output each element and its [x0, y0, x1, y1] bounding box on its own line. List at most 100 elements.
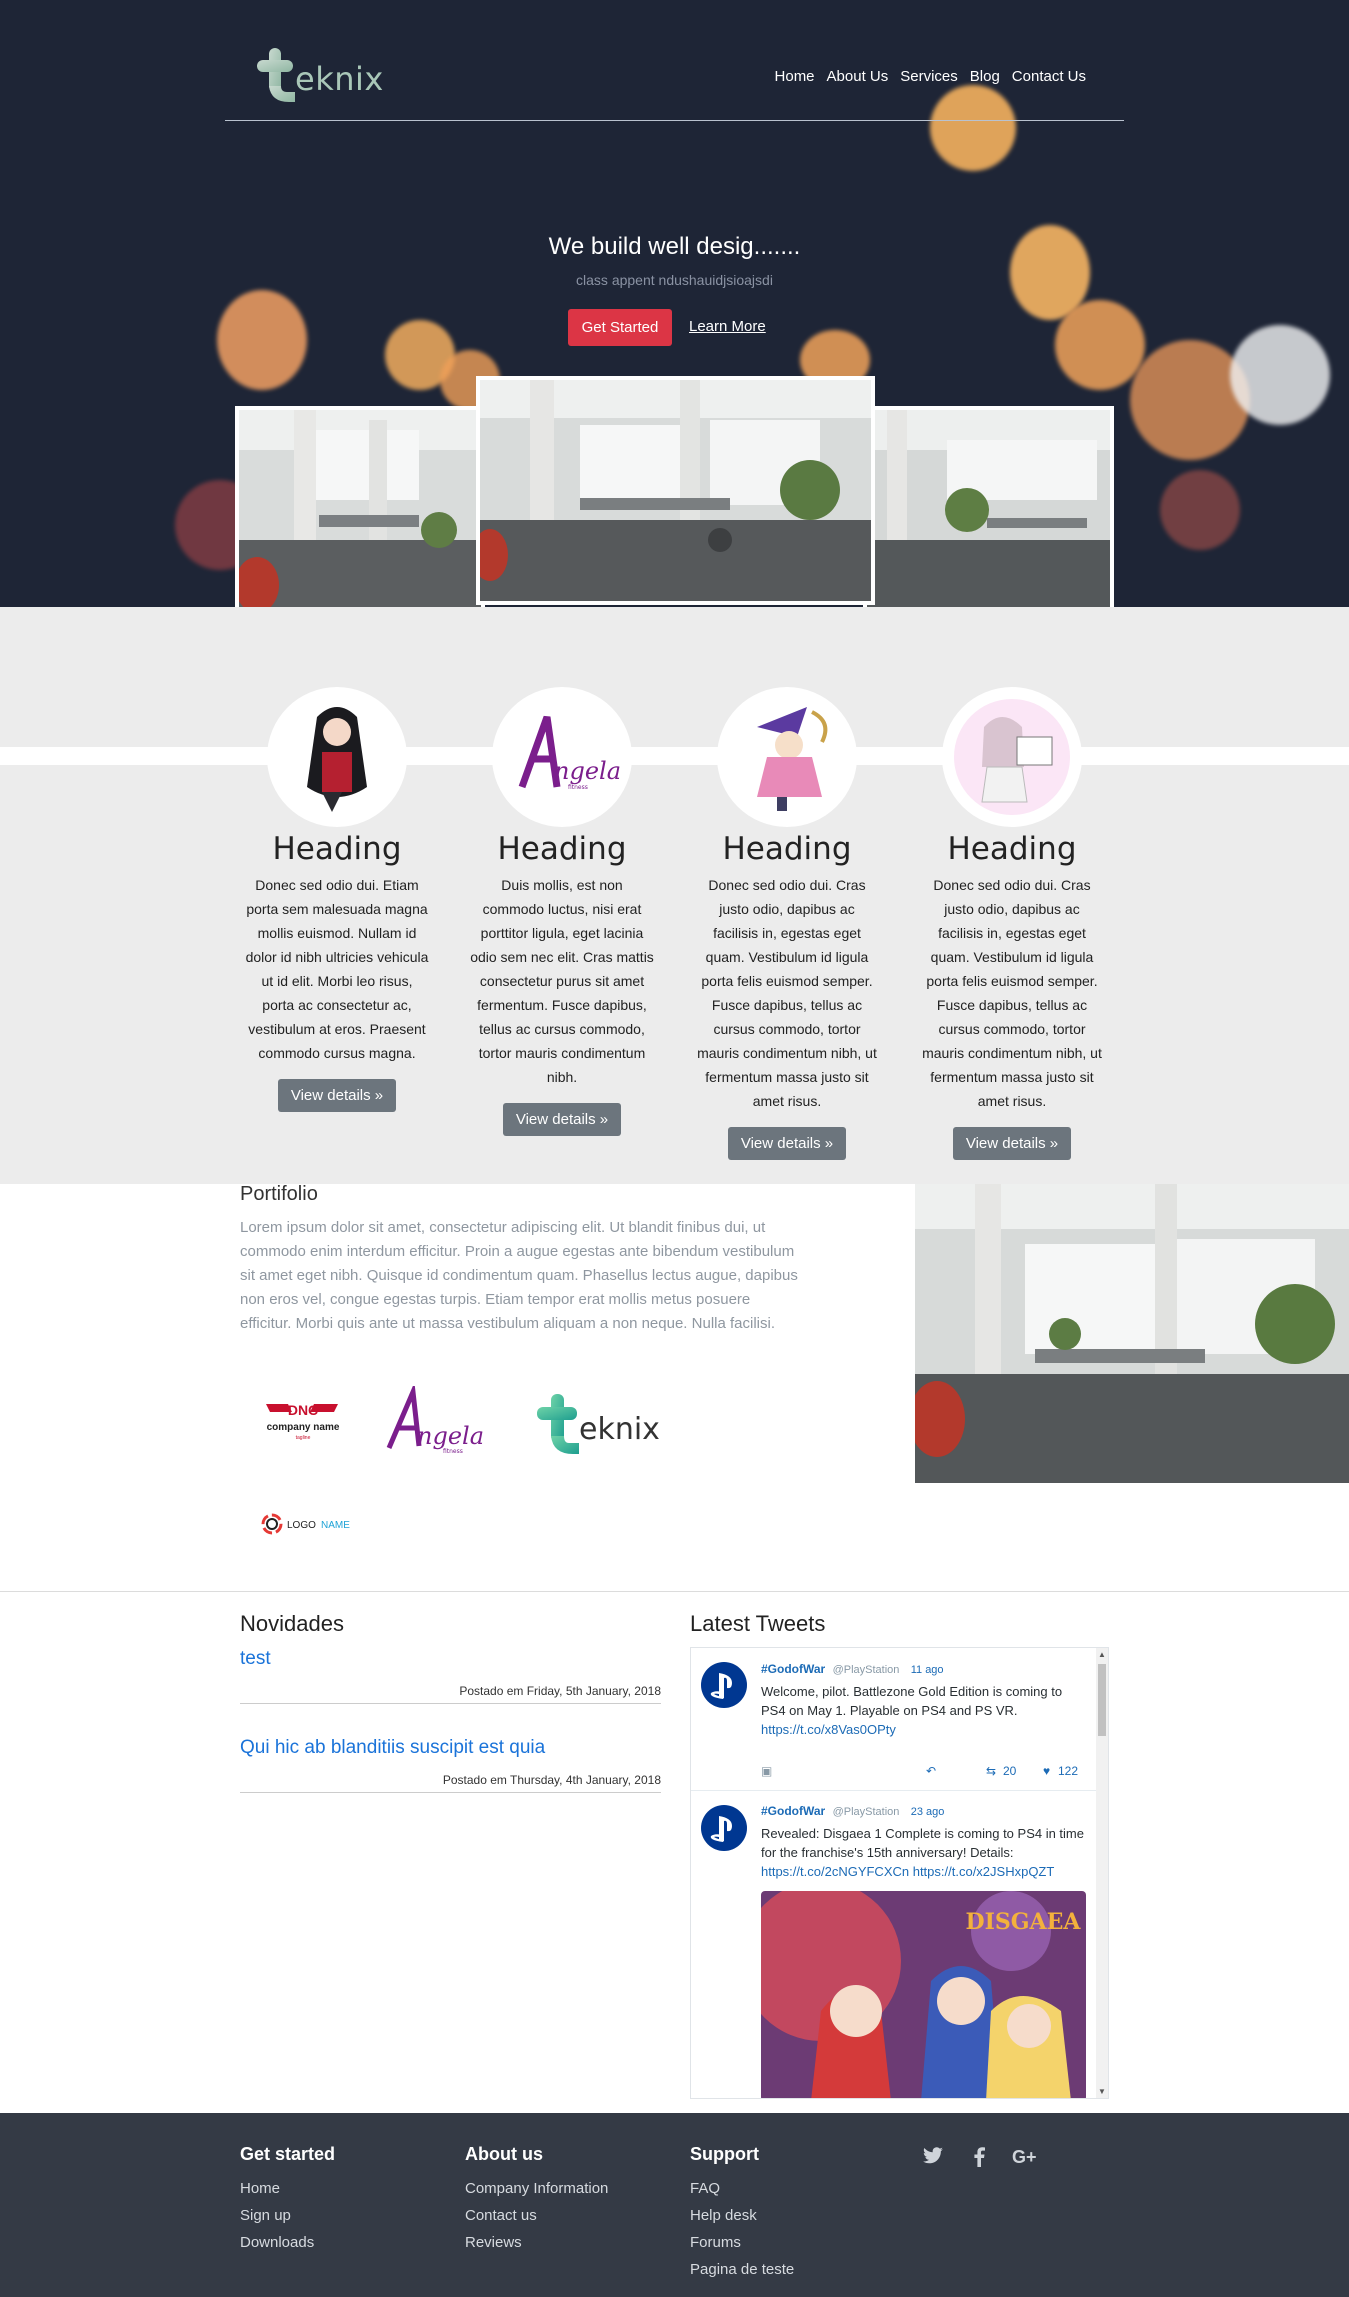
nav-about-us[interactable]: About Us: [827, 68, 889, 85]
tweet-user[interactable]: #GodofWar: [761, 1662, 825, 1676]
tweet-header: #GodofWar @PlayStation 23 ago: [761, 1804, 944, 1818]
footer-link-pagina-de-teste[interactable]: Pagina de teste: [690, 2256, 794, 2283]
tweets-title: Latest Tweets: [690, 1611, 826, 1636]
view-details-button[interactable]: View details »: [952, 1127, 1072, 1160]
nav-contact-us[interactable]: Contact Us: [1012, 68, 1086, 85]
nav-blog[interactable]: Blog: [970, 68, 1000, 85]
playstation-icon: [710, 1673, 732, 1699]
teknix-logo-icon: eknix: [537, 1394, 660, 1454]
learn-more-link[interactable]: Learn More: [689, 318, 766, 335]
facebook-icon[interactable]: [973, 2147, 985, 2172]
view-details-button[interactable]: View details »: [277, 1079, 397, 1112]
company-logo-icon: DNC company name tagline: [266, 1402, 340, 1441]
tweets-scrollbar[interactable]: ▲ ▼: [1096, 1648, 1108, 2098]
tweet-handle[interactable]: @PlayStation: [833, 1664, 900, 1676]
feature-card: ngela fitness Heading Duis mollis, est n…: [470, 687, 654, 1136]
footer-col-support: Support FAQ Help desk Forums Pagina de t…: [690, 2144, 794, 2283]
office-image: [915, 1184, 1349, 1483]
feature-card: Heading Donec sed odio dui. Cras justo o…: [920, 687, 1104, 1160]
reply-icon[interactable]: ↶: [926, 1764, 936, 1778]
angela-logo-text: ngela: [417, 1422, 484, 1450]
anime-mage-icon: [757, 707, 828, 811]
playstation-icon: [710, 1816, 732, 1842]
anime-girl-icon: [307, 707, 367, 812]
playstation-avatar[interactable]: [701, 1662, 747, 1708]
view-details-button[interactable]: View details »: [502, 1103, 622, 1136]
retweet-icon[interactable]: ⇆: [986, 1764, 996, 1778]
google-plus-icon[interactable]: G+: [1012, 2147, 1042, 2172]
tweet-body: Revealed: Disgaea 1 Complete is coming t…: [761, 1824, 1086, 1881]
footer-col-get-started: Get started Home Sign up Downloads: [240, 2144, 335, 2256]
bokeh-light: [1160, 470, 1240, 550]
feature-text: Donec sed odio dui. Etiam porta sem male…: [245, 877, 429, 1061]
playstation-avatar[interactable]: [701, 1805, 747, 1851]
logo-name-logo[interactable]: LOGO NAME: [260, 1512, 360, 1536]
disgaea-artwork-image: DISGAEA: [761, 1891, 1086, 2098]
teknix-logo[interactable]: eknix: [535, 1390, 670, 1460]
scroll-thumb[interactable]: [1098, 1664, 1106, 1736]
footer-link-reviews[interactable]: Reviews: [465, 2229, 608, 2256]
company-name-text: company name: [267, 1422, 340, 1433]
hero-subtitle: class appent ndushauidjsioajsdi: [576, 272, 773, 288]
get-started-button[interactable]: Get Started: [568, 309, 672, 346]
feature-avatar: [717, 687, 857, 827]
footer-link-downloads[interactable]: Downloads: [240, 2229, 335, 2256]
company-name-logo[interactable]: DNC company name tagline: [258, 1398, 348, 1446]
office-photo-center: [476, 376, 875, 605]
footer-heading: About us: [465, 2144, 543, 2164]
scroll-up-icon[interactable]: ▲: [1098, 1650, 1106, 1659]
brand-logo[interactable]: eknix: [255, 46, 385, 106]
angela-logo[interactable]: ngela fitness: [385, 1382, 500, 1458]
news-link[interactable]: Qui hic ab blanditiis suscipit est quia: [240, 1737, 661, 1759]
footer-link-faq[interactable]: FAQ: [690, 2175, 794, 2202]
footer-heading: Get started: [240, 2144, 336, 2164]
footer-link-contact-us[interactable]: Contact us: [465, 2202, 608, 2229]
office-photo-right: [863, 406, 1114, 607]
logo-name-text-1: LOGO: [287, 1520, 316, 1531]
tweet[interactable]: #GodofWar @PlayStation 23 ago Revealed: …: [691, 1791, 1096, 2098]
footer-link-home[interactable]: Home: [240, 2175, 335, 2202]
share-icon[interactable]: ▣: [761, 1764, 772, 1778]
hero-title: We build well desig.......: [548, 233, 801, 260]
tweet-time[interactable]: 23 ago: [911, 1806, 945, 1818]
retweet-count: 20: [1003, 1764, 1017, 1778]
footer-link-forums[interactable]: Forums: [690, 2229, 794, 2256]
features-section: Heading Donec sed odio dui. Etiam porta …: [0, 607, 1349, 1184]
news-link[interactable]: test: [240, 1648, 661, 1670]
tweet-link[interactable]: https://t.co/2cNGYFCXCn https://t.co/x2J…: [761, 1864, 1054, 1879]
tweet-link[interactable]: https://t.co/x8Vas0OPty: [761, 1722, 896, 1737]
tweet-media[interactable]: DISGAEA: [761, 1891, 1086, 2098]
like-icon[interactable]: ♥: [1043, 1764, 1050, 1778]
footer-link-sign-up[interactable]: Sign up: [240, 2202, 335, 2229]
tweet-handle[interactable]: @PlayStation: [833, 1806, 900, 1818]
tweet[interactable]: #GodofWar @PlayStation 11 ago Welcome, p…: [691, 1648, 1096, 1790]
brand-name: eknix: [295, 60, 384, 98]
feature-text: Duis mollis, est non commodo luctus, nis…: [470, 877, 654, 1085]
angela-logo-icon: ngela fitness: [386, 1382, 484, 1455]
svg-text:G+: G+: [1012, 2147, 1037, 2167]
timeline-band: [0, 747, 1349, 765]
portfolio-title: Portifolio: [240, 1183, 318, 1205]
main-nav: Home About Us Services Blog Contact Us: [763, 68, 1086, 85]
feature-heading: Heading: [947, 831, 1077, 867]
news-title: Novidades: [240, 1611, 344, 1636]
nav-services[interactable]: Services: [900, 68, 958, 85]
tweet-user[interactable]: #GodofWar: [761, 1804, 825, 1818]
tweet-text: Revealed: Disgaea 1 Complete is coming t…: [761, 1826, 1084, 1860]
scroll-down-icon[interactable]: ▼: [1098, 2087, 1106, 2096]
tweet-time[interactable]: 11 ago: [911, 1664, 944, 1676]
bokeh-light: [1230, 325, 1330, 425]
nav-home[interactable]: Home: [775, 68, 815, 85]
view-details-button[interactable]: View details »: [727, 1127, 847, 1160]
feature-text: Donec sed odio dui. Cras justo odio, dap…: [697, 877, 877, 1109]
footer-link-company-info[interactable]: Company Information: [465, 2175, 608, 2202]
angela-logo-sub: fitness: [443, 1448, 463, 1455]
office-image: [867, 410, 1110, 607]
twitter-icon[interactable]: [922, 2147, 944, 2170]
angela-logo-icon: ngela fitness: [518, 715, 621, 791]
footer-heading: Support: [690, 2144, 759, 2164]
footer-link-help-desk[interactable]: Help desk: [690, 2202, 794, 2229]
news-item: Qui hic ab blanditiis suscipit est quia …: [240, 1737, 661, 1793]
anime-chibi-icon: [954, 699, 1070, 815]
twitter-timeline[interactable]: #GodofWar @PlayStation 11 ago Welcome, p…: [690, 1647, 1109, 2099]
